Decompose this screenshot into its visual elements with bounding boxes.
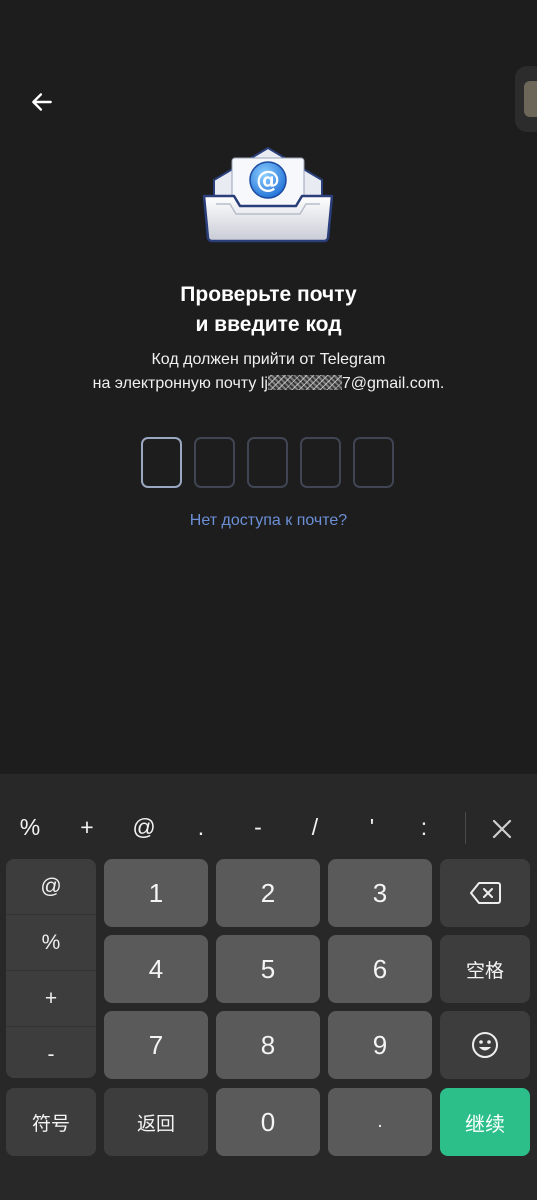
side-panel-handle-icon xyxy=(524,81,537,117)
code-input[interactable] xyxy=(141,437,394,488)
symbol-key[interactable]: % xyxy=(10,812,50,842)
keyboard: % + @ . - / ' : @ % + - 1 2 3 4 5 6 空格 7… xyxy=(0,774,537,1200)
digit-key-4[interactable]: 4 xyxy=(104,935,208,1003)
email-suffix: 7@gmail.com. xyxy=(341,375,445,392)
subtitle-line-2: на электронную почту lj 7@gmail.com. xyxy=(0,372,537,396)
svg-text:@: @ xyxy=(256,166,280,194)
digit-key-1[interactable]: 1 xyxy=(104,859,208,927)
dot-key[interactable]: . xyxy=(328,1088,432,1156)
screen: @ Проверьте почту и введите код Код долж… xyxy=(0,0,537,1200)
back-button[interactable] xyxy=(22,82,62,122)
side-symbol-column: @ % + - xyxy=(6,859,96,1078)
space-key[interactable]: 空格 xyxy=(440,935,530,1003)
title-line-2: и введите код xyxy=(195,313,342,336)
code-digit-box[interactable] xyxy=(247,437,288,488)
subtitle-line-1: Код должен прийти от Telegram xyxy=(151,351,386,368)
backspace-icon xyxy=(470,882,501,904)
return-key[interactable]: 返回 xyxy=(104,1088,208,1156)
digit-key-3[interactable]: 3 xyxy=(328,859,432,927)
symbol-key[interactable]: : xyxy=(404,812,444,842)
symbols-key[interactable]: 符号 xyxy=(6,1088,96,1156)
smiley-icon xyxy=(472,1032,498,1058)
title-line-1: Проверьте почту xyxy=(180,283,357,306)
digit-key-6[interactable]: 6 xyxy=(328,935,432,1003)
side-symbol-key[interactable]: + xyxy=(6,971,96,1027)
close-icon xyxy=(492,819,512,839)
page-title: Проверьте почту и введите код xyxy=(0,280,537,340)
symbol-key[interactable]: / xyxy=(295,812,335,842)
code-digit-box[interactable] xyxy=(141,437,182,488)
close-keyboard-button[interactable] xyxy=(485,812,519,846)
side-symbol-key[interactable]: @ xyxy=(6,859,96,915)
code-digit-box[interactable] xyxy=(194,437,235,488)
backspace-key[interactable] xyxy=(440,859,530,927)
no-email-access-link[interactable]: Нет доступа к почте? xyxy=(0,512,537,530)
side-panel-handle[interactable] xyxy=(515,66,537,132)
email-prefix: на электронную почту lj xyxy=(92,375,268,392)
digit-key-7[interactable]: 7 xyxy=(104,1011,208,1079)
code-digit-box[interactable] xyxy=(300,437,341,488)
symbol-key[interactable]: . xyxy=(181,812,221,842)
symbol-row: % + @ . - / ' : xyxy=(0,774,537,854)
digit-key-2[interactable]: 2 xyxy=(216,859,320,927)
redacted-email-part xyxy=(267,375,342,390)
symbol-key[interactable]: ' xyxy=(352,812,392,842)
arrow-left-icon xyxy=(32,93,52,111)
side-symbol-key[interactable]: - xyxy=(6,1027,96,1078)
side-symbol-key[interactable]: % xyxy=(6,915,96,971)
digit-key-9[interactable]: 9 xyxy=(328,1011,432,1079)
symbol-key[interactable]: @ xyxy=(124,812,164,842)
instruction-text: Код должен прийти от Telegram на электро… xyxy=(0,348,537,396)
symbol-row-divider xyxy=(465,812,466,844)
digit-key-0[interactable]: 0 xyxy=(216,1088,320,1156)
email-envelope-at-icon: @ xyxy=(202,146,334,243)
symbol-key[interactable]: - xyxy=(238,812,278,842)
digit-key-5[interactable]: 5 xyxy=(216,935,320,1003)
continue-key[interactable]: 继续 xyxy=(440,1088,530,1156)
digit-key-8[interactable]: 8 xyxy=(216,1011,320,1079)
emoji-key[interactable] xyxy=(440,1011,530,1079)
symbol-key[interactable]: + xyxy=(67,812,107,842)
code-digit-box[interactable] xyxy=(353,437,394,488)
